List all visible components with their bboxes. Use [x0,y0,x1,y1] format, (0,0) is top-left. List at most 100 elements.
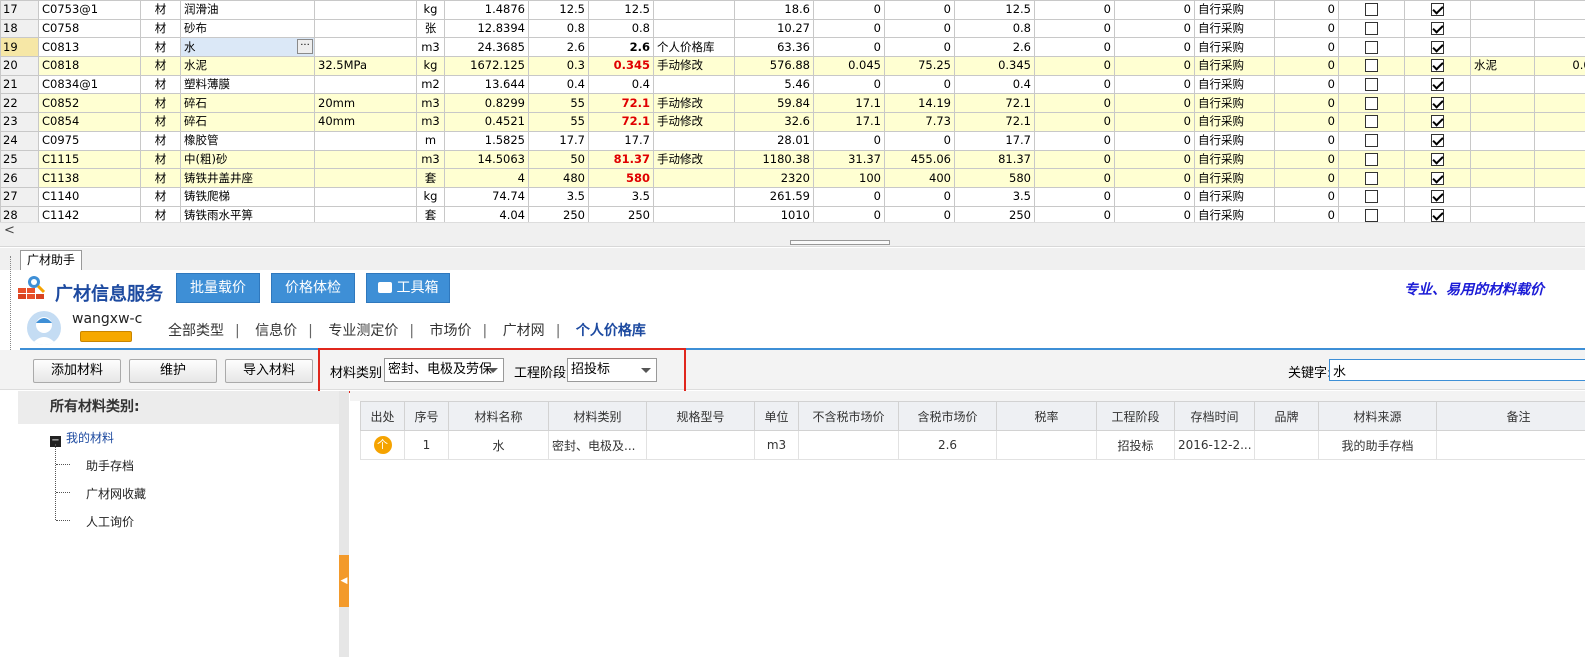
grid-row[interactable]: 26 C1138 材铸铁井盖井座套 4 480 580 2320 100 400 580 0 0 自行采… [0,168,1585,188]
col-price-ex-tax[interactable]: 不含税市场价 [798,401,899,431]
grid-row[interactable]: 27 C1140 材铸铁爬梯 kg 74.74 3.5 3.5 261.59 0 0 3.5 0 0 自行… [0,186,1585,207]
nav-info-price[interactable]: 信息价 [255,323,297,339]
checkbox-checked[interactable] [1431,190,1444,204]
grid-cell-no[interactable]: 19 [0,37,39,58]
grid-cell-supply[interactable]: 自行采购 [1194,186,1275,207]
grid-cell-c5[interactable]: 0 [1114,56,1195,76]
grid-row[interactable]: 19 C0813 材水 ··· m3 24.3685 2.6 2.6 个人价格库 63.36 0 0 2… [0,37,1585,58]
checkbox-checked[interactable] [1431,115,1444,129]
nav-all-types[interactable]: 全部类型 [168,323,224,339]
grid-cell-src[interactable]: 手动修改 [653,112,735,132]
grid-cell-extra2[interactable]: 0.00 [1534,56,1585,76]
grid-cell-spec[interactable] [314,0,417,20]
grid-cell-c3[interactable]: 72.1 [954,93,1035,114]
import-material-button[interactable]: 导入材料 [225,359,313,383]
grid-cell-c1[interactable]: 0 [813,130,885,151]
grid-cell-c2[interactable]: 14.19 [884,93,955,114]
grid-cell-chk1[interactable] [1338,130,1405,151]
grid-cell-spec[interactable] [314,186,417,207]
grid-cell-c3[interactable]: 0.8 [954,18,1035,39]
checkbox-checked[interactable] [1431,208,1444,222]
grid-cell-chk2[interactable] [1404,149,1471,170]
grid-cell-unit[interactable]: m3 [416,149,445,170]
grid-cell-chk1[interactable] [1338,149,1405,170]
user-avatar[interactable] [27,311,61,345]
grid-cell-code[interactable]: C1138 [38,168,141,188]
grid-cell-chk1[interactable] [1338,74,1405,95]
collapse-left-icon[interactable]: ◀ [339,555,349,607]
add-material-button[interactable]: 添加材料 [33,359,121,383]
grid-cell-c2[interactable]: 0 [884,0,955,20]
tab-material-helper[interactable]: 广材助手 [20,250,83,270]
grid-cell-extra1[interactable] [1470,37,1535,58]
grid-cell-extra1[interactable] [1470,186,1535,207]
grid-cell-src[interactable]: 手动修改 [653,93,735,114]
grid-cell-spec[interactable] [314,168,417,188]
grid-cell-extra1[interactable] [1470,18,1535,39]
grid-cell-type[interactable]: 材 [140,112,181,132]
grid-cell-unit[interactable]: 张 [416,18,445,39]
grid-cell-chk1[interactable] [1338,186,1405,207]
grid-cell-src[interactable] [653,168,735,188]
grid-cell-qty[interactable]: 12.8394 [444,18,529,39]
grid-cell-no[interactable]: 21 [0,74,39,95]
grid-cell-c1[interactable]: 0 [813,74,885,95]
grid-row[interactable]: 28 C1142 材铸铁雨水平箅套 4.04 250 250 1010 0 0 250 0 0 自行采购… [0,205,1585,222]
grid-cell-no[interactable]: 28 [0,205,39,222]
grid-cell-spec[interactable] [314,18,417,39]
grid-cell-spec[interactable]: 40mm [314,112,417,132]
grid-cell-type[interactable]: 材 [140,37,181,58]
grid-cell-c5[interactable]: 0 [1114,149,1195,170]
checkbox-checked[interactable] [1431,152,1444,166]
col-brand[interactable]: 品牌 [1254,401,1319,431]
grid-cell-code[interactable]: C0854 [38,112,141,132]
grid-cell-src[interactable] [653,18,735,39]
grid-row[interactable]: 20 C0818 材水泥 32.5MPa kg 1672.125 0.3 0.345 手动修改 5… [0,56,1585,76]
grid-cell-code[interactable]: C0852 [38,93,141,114]
grid-cell-c3[interactable]: 0.345 [954,56,1035,76]
checkbox-checked[interactable] [1431,22,1444,36]
grid-cell-name[interactable]: 砂布 [180,18,315,39]
col-archive-time[interactable]: 存档时间 [1174,401,1255,431]
grid-cell-no[interactable]: 20 [0,56,39,76]
grid-cell-no[interactable]: 23 [0,112,39,132]
grid-cell-chk1[interactable] [1338,56,1405,76]
grid-cell-c6[interactable]: 0 [1274,112,1339,132]
grid-row[interactable]: 24 C0975 材橡胶管 m 1.5825 17.7 17.7 28.01 0 0 17.7 0 0 自… [0,130,1585,151]
grid-cell-c1[interactable]: 100 [813,168,885,188]
grid-cell-code[interactable]: C1115 [38,149,141,170]
grid-cell-c1[interactable]: 0 [813,186,885,207]
grid-cell-src[interactable] [653,130,735,151]
grid-cell-extra1[interactable] [1470,74,1535,95]
grid-cell-mkt[interactable]: 81.37 [588,149,654,170]
grid-cell-qty[interactable]: 1.4876 [444,0,529,20]
grid-cell-extra2[interactable] [1534,37,1585,58]
grid-cell-supply[interactable]: 自行采购 [1194,149,1275,170]
grid-cell-mkt[interactable]: 12.5 [588,0,654,20]
grid-cell-c2[interactable]: 0 [884,186,955,207]
col-price-in-tax[interactable]: 含税市场价 [898,401,997,431]
stage-select[interactable]: 招投标 [567,358,657,382]
grid-cell-c6[interactable]: 0 [1274,18,1339,39]
grid-cell-price[interactable]: 2.6 [528,37,589,58]
grid-cell-price[interactable]: 55 [528,93,589,114]
grid-cell-c6[interactable]: 0 [1274,149,1339,170]
grid-cell-extra1[interactable] [1470,130,1535,151]
grid-cell-amount[interactable]: 576.88 [734,56,814,76]
grid-cell-amount[interactable]: 2320 [734,168,814,188]
grid-cell-c5[interactable]: 0 [1114,112,1195,132]
checkbox-unchecked[interactable] [1365,59,1378,73]
grid-cell-price[interactable]: 0.8 [528,18,589,39]
grid-cell-c6[interactable]: 0 [1274,205,1339,222]
grid-cell-src[interactable]: 手动修改 [653,56,735,76]
grid-cell-c4[interactable]: 0 [1034,0,1115,20]
grid-cell-unit[interactable]: kg [416,0,445,20]
grid-cell-chk2[interactable] [1404,130,1471,151]
grid-cell-name[interactable]: 水 ··· [180,37,315,58]
grid-cell-unit[interactable]: kg [416,56,445,76]
grid-cell-extra2[interactable] [1534,93,1585,114]
grid-cell-price[interactable]: 250 [528,205,589,222]
col-seq[interactable]: 序号 [404,401,449,431]
grid-cell-c6[interactable]: 0 [1274,93,1339,114]
grid-cell-name[interactable]: 铸铁爬梯 [180,186,315,207]
